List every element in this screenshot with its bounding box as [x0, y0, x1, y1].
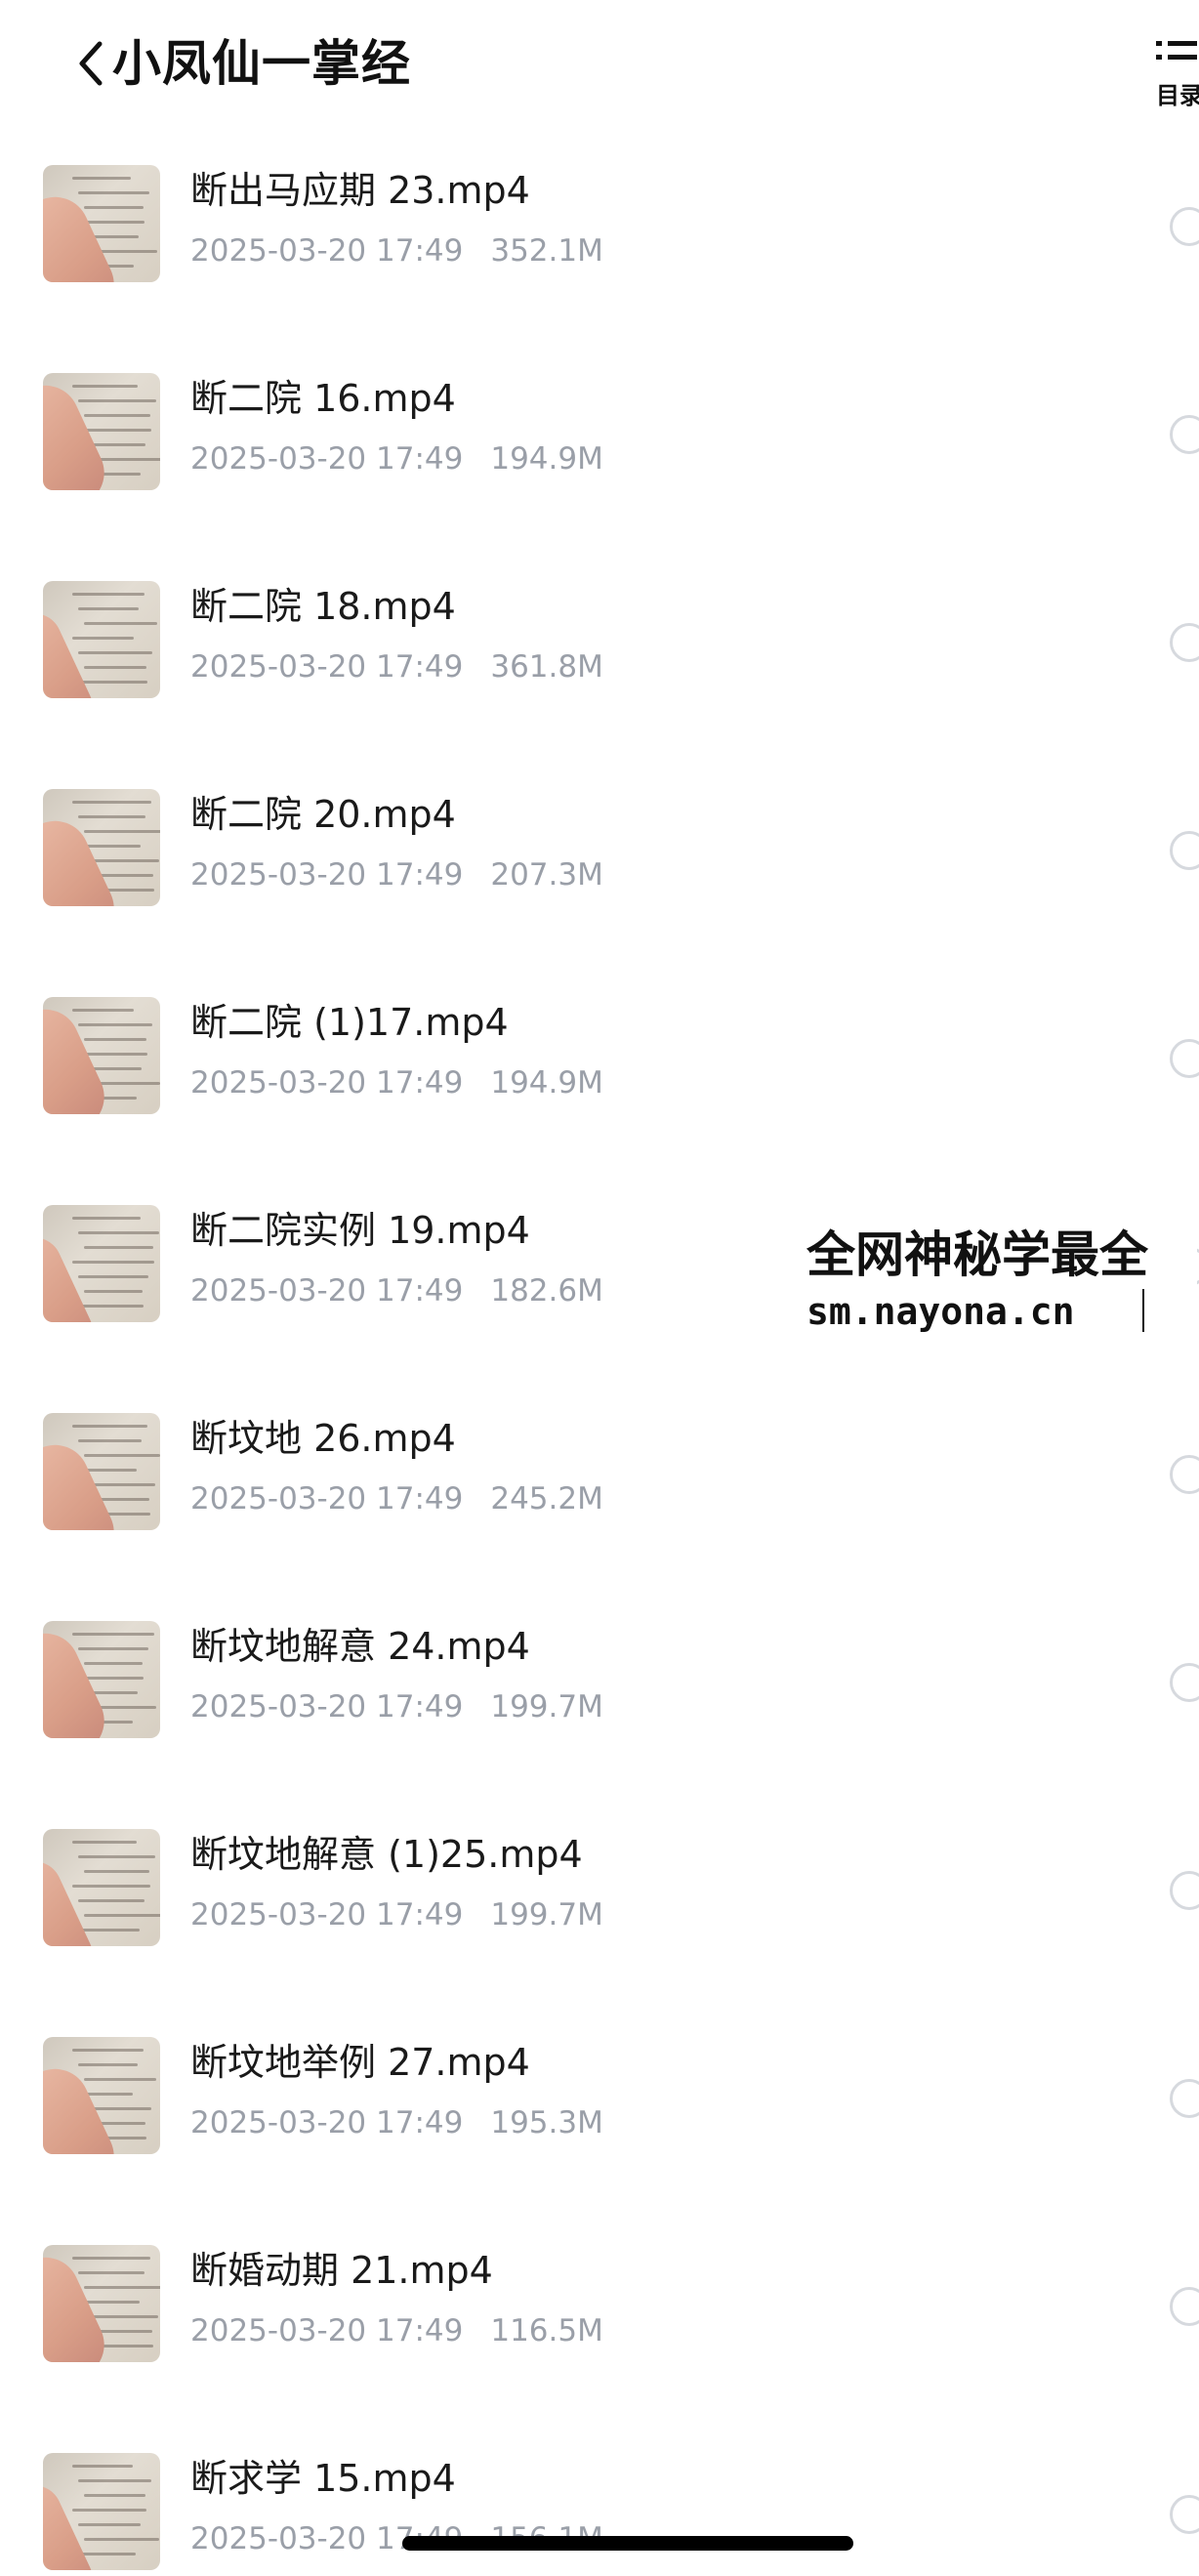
- video-thumbnail: [43, 1413, 160, 1530]
- file-name: 断二院实例 19.mp4: [190, 1209, 530, 1252]
- file-meta: 2025-03-20 17:49 195.3M: [190, 2101, 603, 2144]
- file-date: 2025-03-20 17:49: [190, 649, 464, 685]
- file-row[interactable]: 断坟地 26.mp4 2025-03-20 17:49 245.2M: [0, 1399, 1199, 1607]
- file-date: 2025-03-20 17:49: [190, 857, 464, 893]
- text-caret: [1142, 1289, 1144, 1332]
- file-name: 断坟地 26.mp4: [190, 1417, 456, 1460]
- file-size: 194.9M: [490, 441, 603, 477]
- file-name: 断坟地解意 (1)25.mp4: [190, 1833, 583, 1876]
- file-date: 2025-03-20 17:49: [190, 2105, 464, 2140]
- file-size: 207.3M: [490, 857, 603, 893]
- file-meta: 2025-03-20 17:49 352.1M: [190, 229, 603, 272]
- file-size: 352.1M: [490, 233, 603, 269]
- file-name: 断二院 16.mp4: [190, 377, 456, 420]
- video-thumbnail: [43, 581, 160, 698]
- file-size: 182.6M: [490, 1273, 603, 1309]
- video-thumbnail: [43, 997, 160, 1114]
- select-radio[interactable]: [1170, 2079, 1199, 2118]
- select-radio[interactable]: [1170, 2287, 1199, 2326]
- page-title: 小凤仙一掌经: [112, 35, 411, 92]
- file-meta: 2025-03-20 17:49 361.8M: [190, 645, 603, 688]
- file-row[interactable]: 断求学 15.mp42025-03-20 17:49156.1M: [0, 2439, 1199, 2576]
- select-radio[interactable]: [1170, 415, 1199, 454]
- file-date: 2025-03-20 17:49: [190, 2313, 464, 2348]
- select-radio[interactable]: [1170, 623, 1199, 662]
- file-row[interactable]: 断出马应期 23.mp4 2025-03-20 17:49 352.1M: [0, 151, 1199, 359]
- video-thumbnail: [43, 1621, 160, 1738]
- file-meta: 2025-03-20 17:49 194.9M: [190, 1061, 603, 1104]
- file-meta: 2025-03-20 17:49 199.7M: [190, 1893, 603, 1936]
- file-name: 断二院 (1)17.mp4: [190, 1001, 509, 1044]
- file-meta: 2025-03-20 17:49 199.7M: [190, 1685, 603, 1728]
- file-name: 断二院 20.mp4: [190, 793, 456, 836]
- select-radio[interactable]: [1170, 1663, 1199, 1702]
- file-list-screen: 小凤仙一掌经 目录 断出马应期 23.mp4 2025-03-20 17:49 35…: [0, 0, 1199, 2576]
- file-size: 116.5M: [490, 2313, 603, 2348]
- file-meta: 2025-03-20 17:49 182.6M: [190, 1269, 603, 1312]
- file-row[interactable]: 断二院 (1)17.mp4 2025-03-20 17:49 194.9M: [0, 983, 1199, 1191]
- file-size: 199.7M: [490, 1689, 603, 1724]
- file-name: 断出马应期 23.mp4: [190, 169, 530, 212]
- select-radio[interactable]: [1170, 2495, 1199, 2534]
- file-name: 断婚动期 21.mp4: [190, 2249, 493, 2292]
- file-meta: 2025-03-20 17:49 116.5M: [190, 2309, 603, 2352]
- file-date: 2025-03-20 17:49: [190, 1897, 464, 1932]
- catalog-menu-label[interactable]: 目录: [1156, 76, 1199, 110]
- file-name: 断坟地举例 27.mp4: [190, 2041, 530, 2084]
- file-date: 2025-03-20 17:49: [190, 1689, 464, 1724]
- chevron-left-icon: [79, 41, 103, 86]
- file-date: 2025-03-20 17:49: [190, 1065, 464, 1101]
- video-thumbnail: [43, 1829, 160, 1946]
- select-radio[interactable]: [1170, 1871, 1199, 1910]
- watermark-overlay: 全网神秘学最全 sm.nayona.cn: [806, 1221, 1197, 1343]
- file-name: 断坟地解意 24.mp4: [190, 1625, 530, 1668]
- watermark-title: 全网神秘学最全: [806, 1226, 1148, 1283]
- file-row[interactable]: 断二院 16.mp4 2025-03-20 17:49 194.9M: [0, 359, 1199, 567]
- header: 小凤仙一掌经 目录: [0, 0, 1199, 132]
- file-list: 断出马应期 23.mp4 2025-03-20 17:49 352.1M 断二院 16…: [0, 151, 1199, 2576]
- file-meta: 2025-03-20 17:49 207.3M: [190, 853, 603, 896]
- select-radio[interactable]: [1170, 1039, 1199, 1078]
- select-radio[interactable]: [1170, 831, 1199, 870]
- video-thumbnail: [43, 1205, 160, 1322]
- file-row[interactable]: 断坟地解意 24.mp4 2025-03-20 17:49 199.7M: [0, 1607, 1199, 1815]
- select-radio[interactable]: [1170, 1455, 1199, 1494]
- file-date: 2025-03-20 17:49: [190, 441, 464, 477]
- home-indicator[interactable]: [402, 2536, 853, 2551]
- file-size: 245.2M: [490, 1481, 603, 1517]
- file-name: 断二院 18.mp4: [190, 585, 456, 628]
- file-meta: 2025-03-20 17:49 194.9M: [190, 437, 603, 480]
- video-thumbnail: [43, 373, 160, 490]
- file-row[interactable]: 断二院 20.mp4 2025-03-20 17:49 207.3M: [0, 775, 1199, 983]
- file-row[interactable]: 断坟地解意 (1)25.mp4 2025-03-20 17:49 199.7M: [0, 1815, 1199, 2023]
- file-size: 194.9M: [490, 1065, 603, 1101]
- file-date: 2025-03-20 17:49: [190, 1273, 464, 1309]
- video-thumbnail: [43, 2037, 160, 2154]
- file-row[interactable]: 断二院 18.mp4 2025-03-20 17:49 361.8M: [0, 567, 1199, 775]
- file-size: 195.3M: [490, 2105, 603, 2140]
- file-name: 断求学 15.mp4: [190, 2457, 456, 2500]
- video-thumbnail: [43, 2245, 160, 2362]
- file-size: 361.8M: [490, 649, 603, 685]
- file-meta: 2025-03-20 17:49 245.2M: [190, 1477, 603, 1520]
- file-date: 2025-03-20 17:49: [190, 1481, 464, 1517]
- watermark-url: sm.nayona.cn: [806, 1290, 1075, 1333]
- video-thumbnail: [43, 2453, 160, 2570]
- video-thumbnail: [43, 165, 160, 282]
- file-row[interactable]: 断婚动期 21.mp4 2025-03-20 17:49 116.5M: [0, 2231, 1199, 2439]
- video-thumbnail: [43, 789, 160, 906]
- file-size: 199.7M: [490, 1897, 603, 1932]
- select-radio[interactable]: [1170, 207, 1199, 246]
- file-row[interactable]: 断坟地举例 27.mp4 2025-03-20 17:49 195.3M: [0, 2023, 1199, 2231]
- file-date: 2025-03-20 17:49: [190, 233, 464, 269]
